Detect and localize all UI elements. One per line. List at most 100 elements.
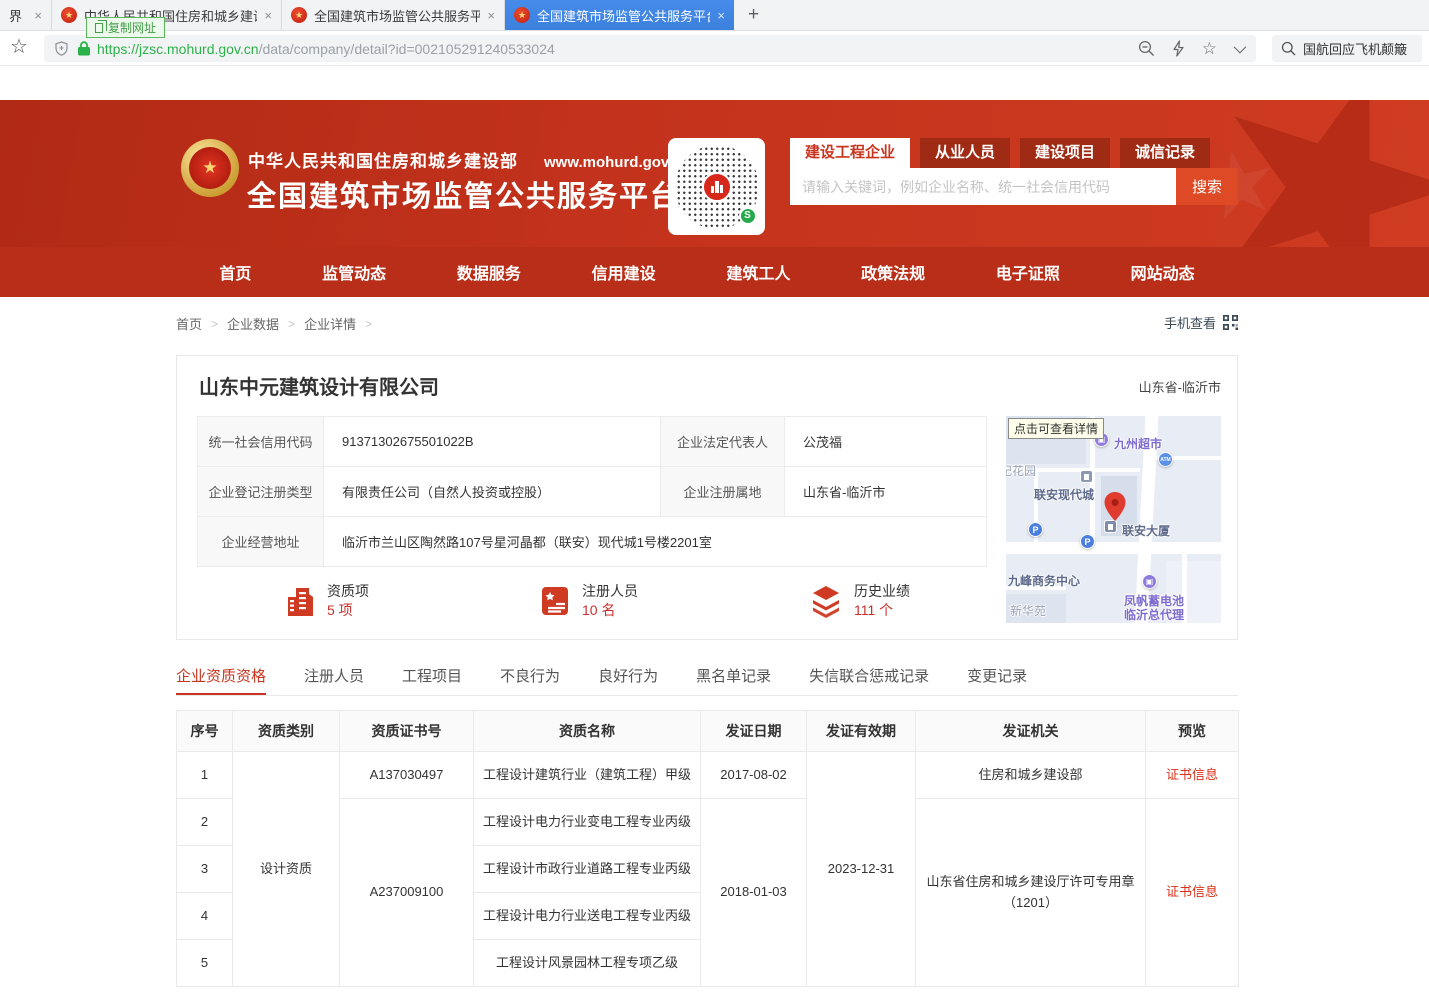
preview-cell: 证书信息 (1146, 799, 1239, 987)
zoom-out-icon[interactable] (1138, 40, 1155, 57)
close-icon[interactable]: × (264, 8, 272, 23)
table-header-row: 序号 资质类别 资质证书号 资质名称 发证日期 发证有效期 发证机关 预览 (177, 711, 1239, 752)
nav-item-data-service[interactable]: 数据服务 (457, 260, 521, 284)
keyword-search-input[interactable] (790, 168, 1176, 205)
browser-tab-active[interactable]: ★ 全国建筑市场监管公共服务平台 × (505, 0, 734, 30)
nav-item-workers[interactable]: 建筑工人 (726, 260, 790, 284)
building-poi-icon (1080, 470, 1093, 483)
seq-cell: 4 (177, 893, 233, 940)
reg-region-value: 山东省-临沂市 (785, 467, 987, 517)
copy-url-tooltip: 复制网址 (86, 17, 165, 38)
col-authority: 发证机关 (916, 711, 1146, 752)
credit-code-label: 统一社会信用代码 (198, 417, 324, 467)
battery-poi-icon: ▣ (1142, 574, 1157, 589)
tab-title: 全国建筑市场监管公共服务平台 (537, 6, 710, 25)
bookmark-star-icon[interactable]: ☆ (10, 34, 28, 59)
map-label: 新华苑 (1010, 602, 1046, 619)
nav-item-policy[interactable]: 政策法规 (861, 260, 925, 284)
search-tab-personnel[interactable]: 从业人员 (920, 138, 1010, 168)
shield-icon[interactable] (54, 41, 69, 57)
tab-bad-behavior[interactable]: 不良行为 (500, 665, 560, 695)
tab-dishonesty-records[interactable]: 失信联合惩戒记录 (809, 665, 929, 695)
col-seq: 序号 (177, 711, 233, 752)
breadcrumb: 首页 > 企业数据 > 企业详情 > (176, 314, 372, 333)
qr-mini-icon (1223, 315, 1238, 330)
qual-name-cell: 工程设计市政行业道路工程专业丙级 (474, 846, 701, 893)
location-map[interactable]: 点击可查看详情 ▣ 九州超市 ATM 纪花园 联安现代城 联安大厦 P P 九峰… (1006, 416, 1221, 623)
issue-date-cell: 2017-08-02 (701, 752, 807, 799)
legal-rep-label: 企业法定代表人 (661, 417, 785, 467)
tab-title: 全国建筑市场监管公共服务平台 (314, 6, 480, 25)
breadcrumb-home[interactable]: 首页 (176, 314, 202, 333)
seq-cell: 2 (177, 799, 233, 846)
tab-change-records[interactable]: 变更记录 (967, 665, 1027, 695)
parking-poi-icon: P (1028, 522, 1043, 537)
close-icon[interactable]: × (34, 8, 42, 23)
col-issue-date: 发证日期 (701, 711, 807, 752)
stat-registered-personnel: 注册人员10 名 (539, 582, 638, 620)
breadcrumb-separator: > (365, 317, 372, 331)
col-name: 资质名称 (474, 711, 701, 752)
page: 界 × ★ 中华人民共和国住房和城乡建设 × ★ 全国建筑市场监管公共服务平台 … (0, 0, 1429, 996)
map-label: 临沂总代理 (1124, 606, 1184, 623)
address-bar[interactable]: https://jzsc.mohurd.gov.cn/data/company/… (44, 35, 1256, 62)
layers-icon (809, 584, 843, 618)
qr-pattern: S (675, 145, 759, 229)
certificate-info-link[interactable]: 证书信息 (1166, 767, 1218, 782)
stat-label: 历史业绩 (854, 582, 910, 601)
url-text: https://jzsc.mohurd.gov.cn/data/company/… (97, 41, 555, 57)
building-icon (284, 584, 316, 618)
tab-good-behavior[interactable]: 良好行为 (598, 665, 658, 695)
breadcrumb-company-data[interactable]: 企业数据 (227, 314, 279, 333)
search-tab-project[interactable]: 建设项目 (1020, 138, 1110, 168)
certificate-info-link[interactable]: 证书信息 (1166, 884, 1218, 899)
close-icon[interactable]: × (717, 8, 725, 23)
col-validity: 发证有效期 (807, 711, 916, 752)
nav-item-supervision[interactable]: 监管动态 (322, 260, 386, 284)
atm-poi-icon: ATM (1158, 452, 1173, 467)
search-tab-enterprise[interactable]: 建设工程企业 (790, 138, 910, 168)
emblem-favicon-icon: ★ (61, 7, 77, 23)
lightning-icon[interactable] (1172, 40, 1185, 57)
emblem-favicon-icon: ★ (514, 7, 530, 23)
tab-projects[interactable]: 工程项目 (402, 665, 462, 695)
authority-cell: 住房和城乡建设部 (916, 752, 1146, 799)
person-book-icon (539, 584, 571, 618)
close-icon[interactable]: × (487, 8, 495, 23)
nav-item-home[interactable]: 首页 (219, 260, 251, 284)
nav-item-credit[interactable]: 信用建设 (592, 260, 656, 284)
seq-cell: 5 (177, 940, 233, 987)
map-label: 纪花园 (1006, 462, 1036, 479)
company-info-table: 统一社会信用代码 91371302675501022B 企业法定代表人 公茂福 … (197, 416, 987, 567)
table-row: 统一社会信用代码 91371302675501022B 企业法定代表人 公茂福 (198, 417, 987, 467)
search-button[interactable]: 搜索 (1176, 168, 1238, 205)
site-header: ★ ★ ★ 中华人民共和国住房和城乡建设部www.mohurd.gov.cn 全… (0, 100, 1429, 247)
nav-item-e-license[interactable]: 电子证照 (996, 260, 1060, 284)
qual-name-cell: 工程设计电力行业送电工程专业丙级 (474, 893, 701, 940)
browser-tab-jzsc[interactable]: ★ 全国建筑市场监管公共服务平台 × (282, 0, 505, 30)
search-tab-credit[interactable]: 诚信记录 (1120, 138, 1210, 168)
address-label: 企业经营地址 (198, 517, 324, 567)
tab-blacklist[interactable]: 黑名单记录 (696, 665, 771, 695)
stat-value: 111 个 (854, 601, 910, 620)
breadcrumb-company-detail[interactable]: 企业详情 (304, 314, 356, 333)
company-region: 山东省-临沂市 (1139, 377, 1221, 396)
search-module: 搜索 (790, 168, 1238, 205)
breadcrumb-separator: > (211, 317, 218, 331)
qr-center-logo-icon (702, 172, 732, 202)
national-emblem-logo: ★ (181, 139, 239, 197)
new-tab-button[interactable]: + (734, 0, 773, 30)
nav-item-site-news[interactable]: 网站动态 (1131, 260, 1195, 284)
tab-title: 界 (9, 6, 27, 25)
main-nav: 首页 监管动态 数据服务 信用建设 建筑工人 政策法规 电子证照 网站动态 (0, 247, 1429, 297)
hot-search-box[interactable]: 国航回应飞机颠簸 (1272, 35, 1422, 62)
map-label: 联安大厦 (1122, 522, 1170, 539)
mobile-view-link[interactable]: 手机查看 (1164, 313, 1238, 332)
favorite-star-icon[interactable]: ☆ (1202, 39, 1217, 59)
stat-label: 资质项 (327, 582, 369, 601)
stat-qualifications: 资质项5 项 (284, 582, 369, 620)
browser-tab-partial[interactable]: 界 × (0, 0, 52, 30)
reg-type-label: 企业登记注册类型 (198, 467, 324, 517)
tab-registered-personnel[interactable]: 注册人员 (304, 665, 364, 695)
tab-qualifications[interactable]: 企业资质资格 (176, 665, 266, 695)
